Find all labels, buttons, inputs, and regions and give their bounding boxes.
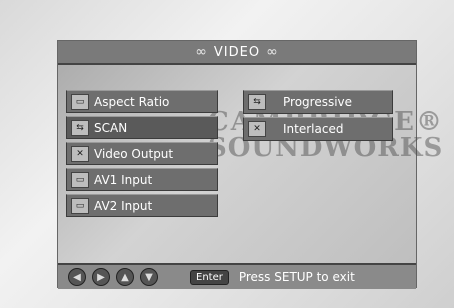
- menu-item-scan[interactable]: ⇆ SCAN: [66, 116, 218, 139]
- enter-key-icon: Enter: [190, 269, 229, 285]
- tv-icon: ▭: [71, 197, 89, 214]
- arrow-right-icon: ▶: [92, 268, 110, 286]
- menu-item-video-output[interactable]: ✕ Video Output: [66, 142, 218, 165]
- tv-icon: ▭: [71, 93, 89, 110]
- exit-hint: Press SETUP to exit: [238, 270, 355, 284]
- tv-icon: ▭: [71, 171, 89, 188]
- title-bar: ∞ VIDEO ∞: [58, 41, 416, 65]
- ornament-left-icon: ∞: [195, 44, 208, 60]
- option-interlaced[interactable]: ✕ Interlaced: [243, 117, 393, 141]
- option-label: Interlaced: [283, 122, 344, 136]
- tools-icon: ✕: [248, 121, 266, 137]
- scan-icon: ⇆: [248, 94, 266, 110]
- menu-item-label: SCAN: [94, 120, 128, 135]
- footer-bar: ◀ ▶ ▲ ▼ Enter Press SETUP to exit: [58, 263, 416, 289]
- video-menu: ▭ Aspect Ratio ⇆ SCAN ✕ Video Output ▭ A…: [66, 90, 218, 220]
- option-progressive[interactable]: ⇆ Progressive: [243, 90, 393, 114]
- tools-icon: ✕: [71, 145, 89, 162]
- arrow-up-icon: ▲: [116, 268, 134, 286]
- menu-item-aspect-ratio[interactable]: ▭ Aspect Ratio: [66, 90, 218, 113]
- menu-item-av2-input[interactable]: ▭ AV2 Input: [66, 194, 218, 217]
- menu-item-label: AV1 Input: [94, 172, 153, 187]
- menu-item-av1-input[interactable]: ▭ AV1 Input: [66, 168, 218, 191]
- menu-item-label: Video Output: [94, 146, 174, 161]
- option-label: Progressive: [283, 95, 353, 109]
- menu-item-label: AV2 Input: [94, 198, 153, 213]
- ornament-right-icon: ∞: [266, 44, 279, 60]
- osd-screen: ∞ VIDEO ∞ CAMBRIDGE® SOUNDWORKS ▭ Aspect…: [57, 40, 442, 289]
- scan-icon: ⇆: [71, 119, 89, 136]
- arrow-down-icon: ▼: [140, 268, 158, 286]
- menu-item-label: Aspect Ratio: [94, 94, 170, 109]
- arrow-left-icon: ◀: [68, 268, 86, 286]
- page-title: VIDEO: [213, 44, 261, 60]
- scan-submenu: ⇆ Progressive ✕ Interlaced: [243, 90, 393, 144]
